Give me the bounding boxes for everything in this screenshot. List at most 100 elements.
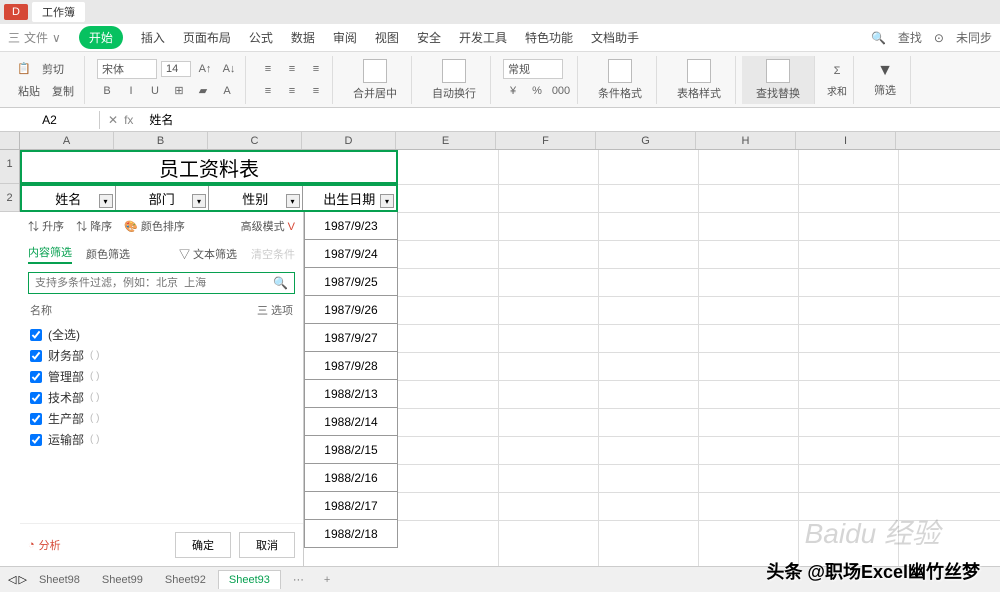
filter-clear-button[interactable]: 清空条件 <box>251 246 295 262</box>
search-label[interactable]: 查找 <box>898 29 922 46</box>
decrease-font-icon[interactable]: A↓ <box>219 59 239 79</box>
sheet-tab[interactable]: Sheet98 <box>29 571 90 589</box>
name-box[interactable]: A2 <box>0 111 100 129</box>
cancel-fx-icon[interactable]: ✕ <box>108 113 118 127</box>
data-cell[interactable]: 1987/9/27 <box>304 324 398 352</box>
grid[interactable]: 员工资料表 姓名▾ 部门▾ 性别▾ 出生日期▾ ⇅ 升序 ⇅ 降序 🎨 颜色排序… <box>20 150 1000 566</box>
tab-nav-icon[interactable]: ▷ <box>18 573 26 586</box>
filter-item[interactable]: 生产部( ) <box>30 408 293 429</box>
header-birthdate[interactable]: 出生日期▾ <box>303 186 397 210</box>
border-button[interactable]: ⊞ <box>169 81 189 101</box>
data-cell[interactable]: 1987/9/24 <box>304 240 398 268</box>
filter-tab-text[interactable]: ▽ 文本筛选 <box>179 246 237 262</box>
font-select[interactable]: 宋体 <box>97 59 157 79</box>
col-header[interactable]: I <box>796 132 896 149</box>
data-cell[interactable]: 1987/9/28 <box>304 352 398 380</box>
filter-tab-color[interactable]: 颜色筛选 <box>86 246 130 262</box>
app-tab[interactable]: D <box>4 4 28 20</box>
filter-options[interactable]: 三 选项 <box>257 302 293 318</box>
filter-checkbox[interactable] <box>30 350 42 362</box>
tab-formula[interactable]: 公式 <box>249 29 273 46</box>
col-header[interactable]: C <box>208 132 302 149</box>
underline-button[interactable]: U <box>145 81 165 101</box>
sort-color-button[interactable]: 🎨 颜色排序 <box>124 218 185 234</box>
file-tab[interactable]: 工作簿 <box>32 2 85 22</box>
tab-insert[interactable]: 插入 <box>141 29 165 46</box>
cond-format-button[interactable]: 条件格式 <box>590 57 650 103</box>
filter-checkbox[interactable] <box>30 434 42 446</box>
filter-tab-content[interactable]: 内容筛选 <box>28 244 72 264</box>
comma-icon[interactable]: 000 <box>551 81 571 101</box>
data-cell[interactable]: 1988/2/18 <box>304 520 398 548</box>
align-mid-icon[interactable]: ≡ <box>282 59 302 79</box>
data-cell[interactable]: 1988/2/15 <box>304 436 398 464</box>
find-replace-button[interactable]: 查找替换 <box>748 57 808 103</box>
font-color-button[interactable]: A <box>217 81 237 101</box>
align-bot-icon[interactable]: ≡ <box>306 59 326 79</box>
tab-dev[interactable]: 开发工具 <box>459 29 507 46</box>
col-header[interactable]: G <box>596 132 696 149</box>
data-cell[interactable]: 1987/9/25 <box>304 268 398 296</box>
currency-icon[interactable]: ¥ <box>503 81 523 101</box>
align-center-icon[interactable]: ≡ <box>282 81 302 101</box>
data-cell[interactable]: 1987/9/23 <box>304 212 398 240</box>
select-all-corner[interactable] <box>0 132 20 150</box>
tab-special[interactable]: 特色功能 <box>525 29 573 46</box>
sort-asc-button[interactable]: ⇅ 升序 <box>28 218 64 234</box>
cancel-button[interactable]: 取消 <box>239 532 295 558</box>
file-menu[interactable]: 三文件∨ <box>8 29 61 46</box>
data-cell[interactable]: 1988/2/16 <box>304 464 398 492</box>
filter-checkbox[interactable] <box>30 329 42 341</box>
col-header[interactable]: B <box>114 132 208 149</box>
filter-dropdown-icon[interactable]: ▾ <box>99 194 113 208</box>
paste-icon[interactable]: 📋 <box>14 59 34 79</box>
data-cell[interactable]: 1987/9/26 <box>304 296 398 324</box>
data-cell[interactable]: 1988/2/14 <box>304 408 398 436</box>
merge-button[interactable]: 合并居中 <box>345 57 405 103</box>
sort-desc-button[interactable]: ⇅ 降序 <box>76 218 112 234</box>
filter-item[interactable]: 管理部( ) <box>30 366 293 387</box>
data-cell[interactable]: 1988/2/17 <box>304 492 398 520</box>
fill-color-button[interactable]: ▰ <box>193 81 213 101</box>
sheet-tab-active[interactable]: Sheet93 <box>218 570 281 589</box>
wrap-button[interactable]: 自动换行 <box>424 57 484 103</box>
align-top-icon[interactable]: ≡ <box>258 59 278 79</box>
tab-start[interactable]: 开始 <box>79 26 123 49</box>
paste-button[interactable]: 粘贴 <box>14 81 44 101</box>
col-header[interactable]: D <box>302 132 396 149</box>
align-right-icon[interactable]: ≡ <box>306 81 326 101</box>
increase-font-icon[interactable]: A↑ <box>195 59 215 79</box>
tab-security[interactable]: 安全 <box>417 29 441 46</box>
filter-search[interactable]: 🔍 <box>28 272 295 294</box>
search-icon[interactable]: 🔍 <box>273 276 288 290</box>
header-dept[interactable]: 部门▾ <box>116 186 210 210</box>
sheet-tab[interactable]: Sheet99 <box>92 571 153 589</box>
filter-checkbox[interactable] <box>30 392 42 404</box>
tab-layout[interactable]: 页面布局 <box>183 29 231 46</box>
tab-view[interactable]: 视图 <box>375 29 399 46</box>
col-header[interactable]: F <box>496 132 596 149</box>
filter-item[interactable]: (全选) <box>30 324 293 345</box>
col-header[interactable]: E <box>396 132 496 149</box>
advanced-mode-button[interactable]: 高级模式 V <box>241 218 295 234</box>
percent-icon[interactable]: % <box>527 81 547 101</box>
cut-button[interactable]: 剪切 <box>38 59 68 79</box>
filter-checkbox[interactable] <box>30 371 42 383</box>
filter-checkbox[interactable] <box>30 413 42 425</box>
filter-search-input[interactable] <box>35 277 273 289</box>
tab-dochelper[interactable]: 文档助手 <box>591 29 639 46</box>
sheet-more[interactable]: ··· <box>283 571 314 589</box>
data-cell[interactable]: 1988/2/13 <box>304 380 398 408</box>
ok-button[interactable]: 确定 <box>175 532 231 558</box>
tab-nav-icon[interactable]: ◁ <box>8 573 16 586</box>
header-gender[interactable]: 性别▾ <box>209 186 303 210</box>
row-header[interactable]: 1 <box>0 150 19 184</box>
filter-item[interactable]: 财务部( ) <box>30 345 293 366</box>
table-style-button[interactable]: 表格样式 <box>669 57 729 103</box>
formula-input[interactable]: 姓名 <box>141 109 1000 130</box>
row-header[interactable]: 2 <box>0 184 19 212</box>
add-sheet-button[interactable]: + <box>316 571 338 589</box>
filter-big-button[interactable]: ▼筛选 <box>866 60 904 100</box>
sum-icon[interactable]: Σ <box>827 61 847 81</box>
search-icon[interactable]: 🔍 <box>871 31 886 45</box>
